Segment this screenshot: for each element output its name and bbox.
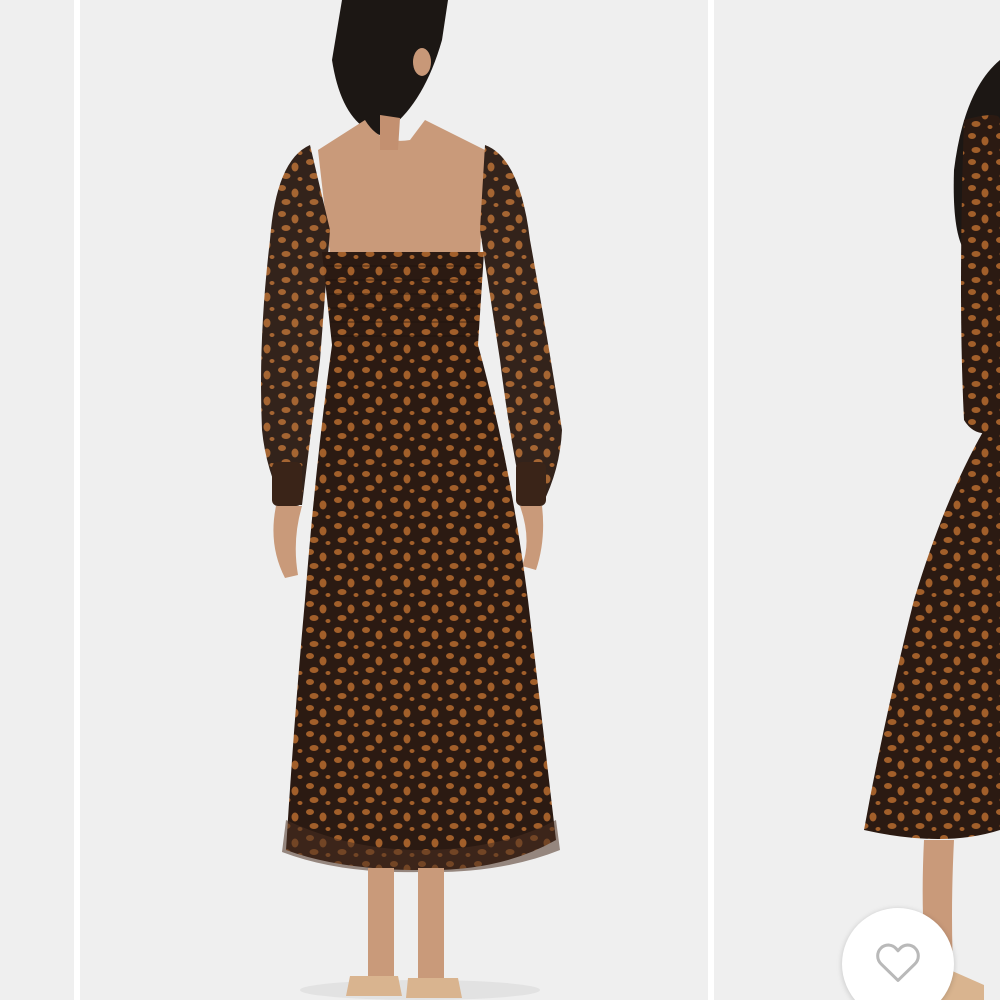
product-image-back-view [80, 0, 708, 1000]
previous-slide-image [0, 0, 74, 1000]
heart-outline-icon [876, 943, 920, 982]
product-image-side-view [714, 0, 1000, 1000]
carousel-slide-current[interactable] [80, 0, 708, 1000]
carousel-slide-previous[interactable] [0, 0, 74, 1000]
image-carousel[interactable] [0, 0, 1000, 1000]
carousel-slide-next[interactable] [714, 0, 1000, 1000]
